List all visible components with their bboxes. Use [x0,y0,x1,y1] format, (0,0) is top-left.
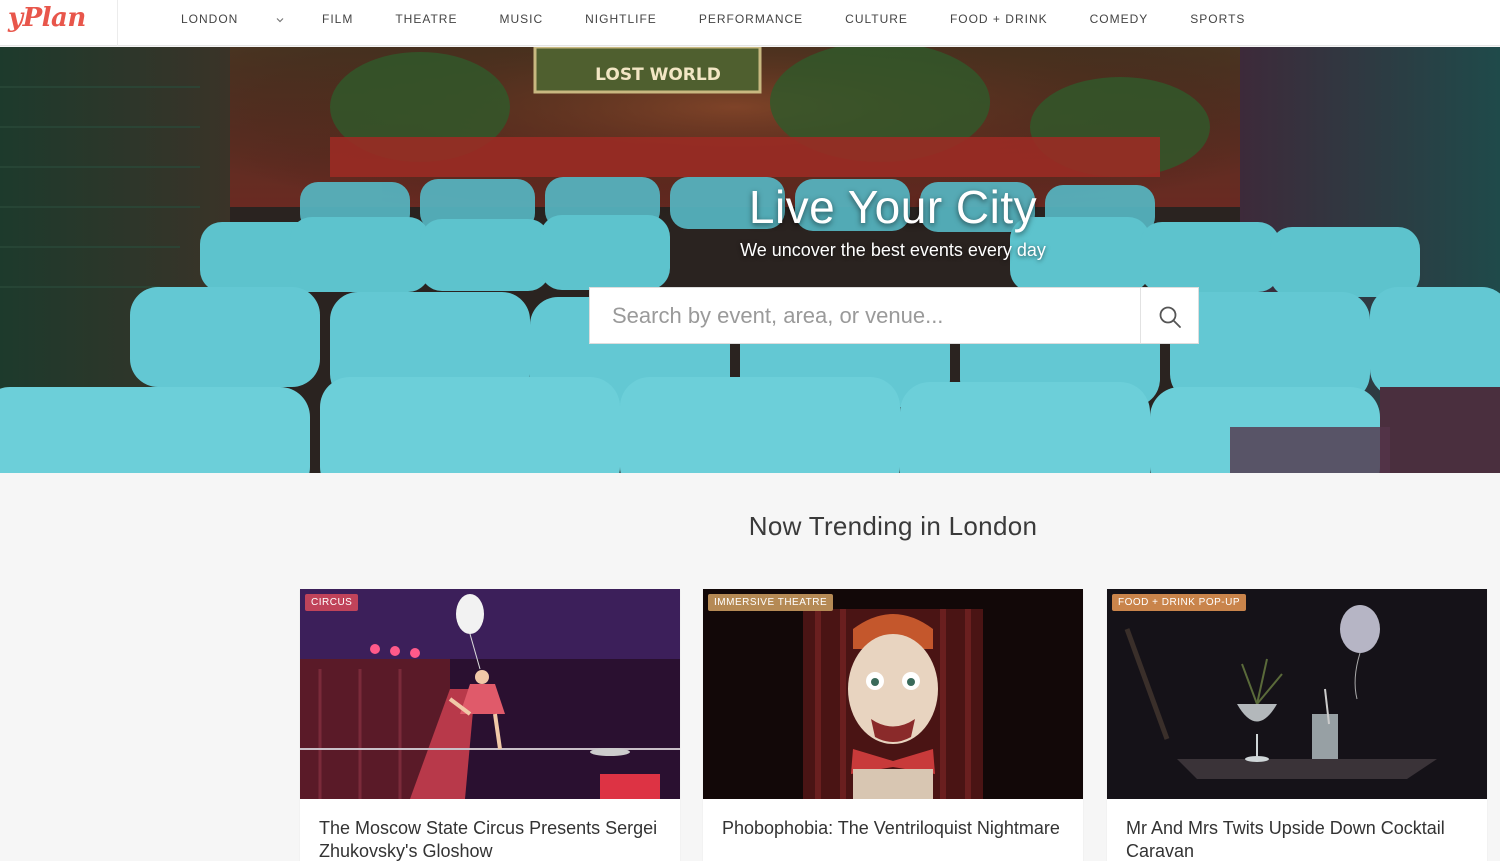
nav-item-culture[interactable]: CULTURE [845,12,908,26]
event-image: CIRCUS [300,589,680,799]
event-title[interactable]: The Moscow State Circus Presents Sergei … [319,817,669,861]
screen-sign-text: LOST WORLD [595,65,721,85]
event-card[interactable]: IMMERSIVE THEATRE Phobophobia: The Ventr… [703,589,1083,861]
nav-item-music[interactable]: MUSIC [499,12,543,26]
search-button[interactable] [1140,288,1198,343]
search-input[interactable] [590,288,1140,343]
category-badge: CIRCUS [305,594,359,611]
event-card[interactable]: FOOD + DRINK POP-UP Mr And Mrs Twits Ups… [1107,589,1487,861]
event-image: FOOD + DRINK POP-UP [1107,589,1487,799]
top-navigation: yPlan LONDON FILM THEATRE MUSIC NIGHTLIF… [0,0,1500,46]
nav-item-food-drink[interactable]: FOOD + DRINK [950,12,1048,26]
chevron-down-icon [276,18,284,23]
hero-subtitle: We uncover the best events every day [740,240,1046,260]
event-image: IMMERSIVE THEATRE [703,589,1083,799]
event-card[interactable]: CIRCUS The Moscow State Circus Presents … [300,589,680,861]
event-title[interactable]: Mr And Mrs Twits Upside Down Cocktail Ca… [1126,817,1476,861]
nav-item-comedy[interactable]: COMEDY [1090,12,1149,26]
hero-title: Live Your City [748,181,1038,233]
yplan-logo: yPlan [8,3,86,33]
trending-heading: Now Trending in London [748,511,1038,541]
category-nav: FILM THEATRE MUSIC NIGHTLIFE PERFORMANCE… [322,12,1287,26]
city-selector-label: LONDON [181,12,239,26]
logo-link[interactable]: yPlan [0,0,118,46]
nav-item-performance[interactable]: PERFORMANCE [699,12,803,26]
search-bar [589,287,1199,344]
city-selector[interactable]: LONDON [181,12,288,32]
category-badge: FOOD + DRINK POP-UP [1112,594,1247,611]
category-badge: IMMERSIVE THEATRE [708,594,834,611]
nav-item-nightlife[interactable]: NIGHTLIFE [585,12,657,26]
hero-banner: LOST WORLD Live Your City We uncover the… [0,47,1500,473]
search-icon [1159,306,1181,328]
nav-item-film[interactable]: FILM [322,12,353,26]
event-title[interactable]: Phobophobia: The Ventriloquist Nightmare [722,817,1072,840]
nav-item-theatre[interactable]: THEATRE [395,12,457,26]
nav-item-sports[interactable]: SPORTS [1190,12,1245,26]
